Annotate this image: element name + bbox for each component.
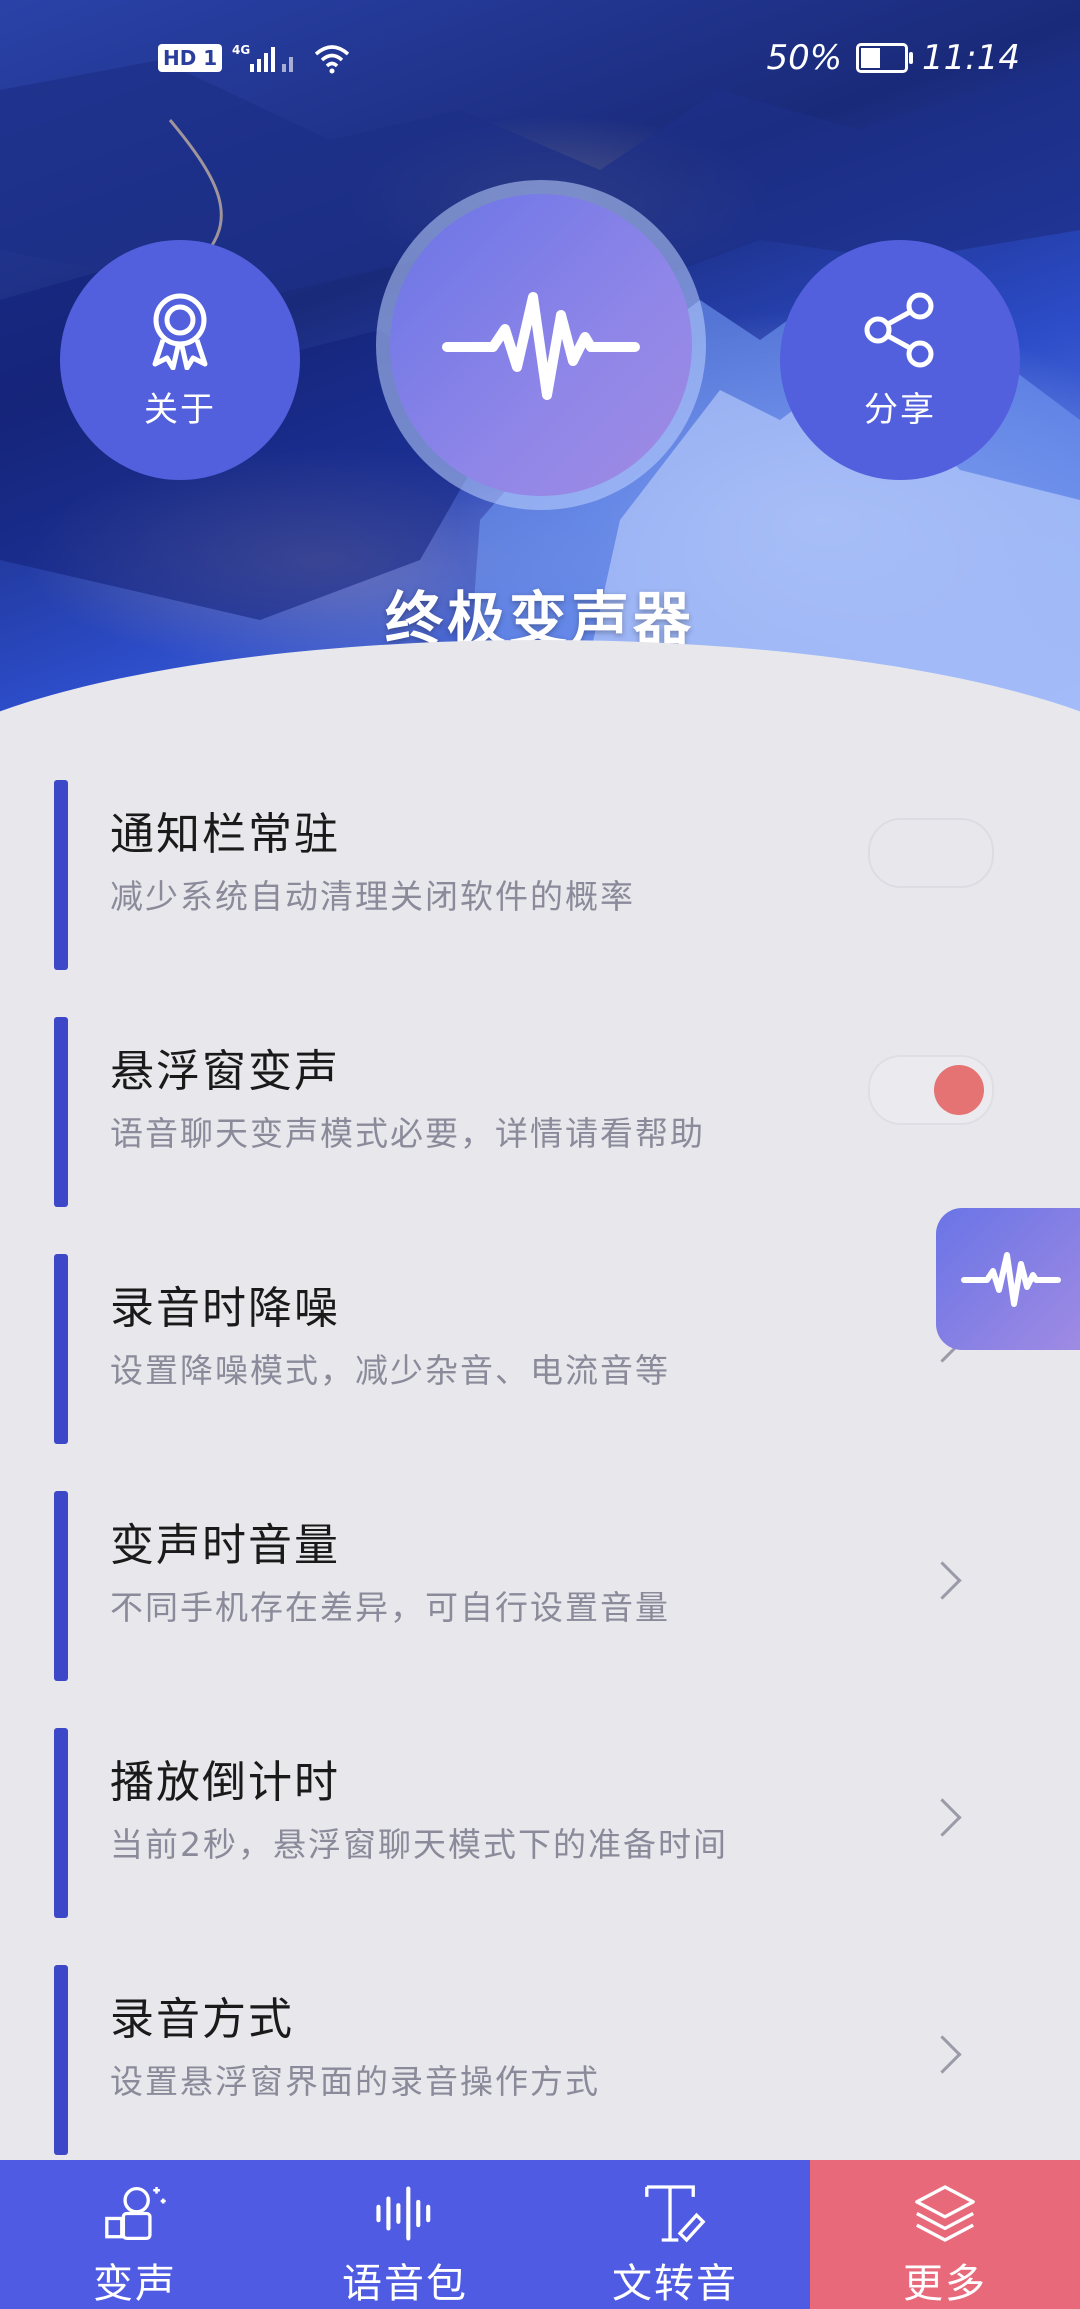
setting-desc: 语音聊天变声模式必要，详情请看帮助 <box>110 1114 705 1153</box>
astronaut-icon <box>105 2186 166 2241</box>
about-button[interactable]: 关于 <box>60 240 300 480</box>
row-accent-bar <box>54 1017 68 1207</box>
nav-label: 更多 <box>903 2261 987 2307</box>
nav-voice-pack[interactable]: 语音包 <box>270 2160 540 2309</box>
header-banner: HD 1 4G 50% 11:14 关于 分享 终极变声器 <box>0 0 1080 790</box>
setting-floating-window[interactable]: 悬浮窗变声 语音聊天变声模式必要，详情请看帮助 <box>0 1017 1080 1207</box>
setting-desc: 设置悬浮窗界面的录音操作方式 <box>110 2062 600 2101</box>
setting-desc: 当前2秒，悬浮窗聊天模式下的准备时间 <box>110 1825 728 1864</box>
setting-desc: 设置降噪模式，减少杂音、电流音等 <box>110 1351 670 1390</box>
row-accent-bar <box>54 1965 68 2155</box>
bottom-nav: 变声 语音包 文转音 更多 <box>0 2160 1080 2309</box>
row-accent-bar <box>54 1491 68 1681</box>
setting-desc: 不同手机存在差异，可自行设置音量 <box>110 1588 670 1627</box>
about-label: 关于 <box>144 389 216 430</box>
logo-inner <box>390 194 692 496</box>
wifi-icon <box>315 45 350 74</box>
waveform-icon <box>442 292 640 400</box>
setting-volume[interactable]: 变声时音量 不同手机存在差异，可自行设置音量 <box>0 1491 1080 1681</box>
setting-title: 变声时音量 <box>110 1520 340 1571</box>
share-label: 分享 <box>864 389 936 430</box>
toggle-knob <box>934 1065 984 1115</box>
text-to-speech-icon <box>645 2185 706 2243</box>
setting-recording-method[interactable]: 录音方式 设置悬浮窗界面的录音操作方式 <box>0 1965 1080 2155</box>
setting-notification-persistent[interactable]: 通知栏常驻 减少系统自动清理关闭软件的概率 <box>0 780 1080 970</box>
status-right: 50% 11:14 <box>766 38 1020 78</box>
chevron-right-icon <box>923 1798 962 1837</box>
share-icon <box>864 292 934 367</box>
network-status: HD 1 4G <box>158 42 352 74</box>
floating-window-toggle[interactable] <box>868 1055 994 1125</box>
clock: 11:14 <box>922 38 1020 78</box>
notification-toggle[interactable] <box>868 818 994 888</box>
nav-label: 文转音 <box>612 2261 738 2307</box>
setting-title: 通知栏常驻 <box>110 809 340 860</box>
setting-noise-reduction[interactable]: 录音时降噪 设置降噪模式，减少杂音、电流音等 <box>0 1254 1080 1444</box>
setting-title: 悬浮窗变声 <box>110 1046 340 1097</box>
setting-desc: 减少系统自动清理关闭软件的概率 <box>110 877 635 916</box>
row-accent-bar <box>54 780 68 970</box>
setting-playback-countdown[interactable]: 播放倒计时 当前2秒，悬浮窗聊天模式下的准备时间 <box>0 1728 1080 1918</box>
soundwave-icon <box>376 2186 431 2241</box>
setting-title: 录音时降噪 <box>110 1283 340 1334</box>
app-logo <box>376 180 706 510</box>
hd-badge: HD 1 <box>158 44 223 72</box>
nav-label: 变声 <box>93 2261 177 2307</box>
setting-title: 录音方式 <box>110 1994 294 2045</box>
share-button[interactable]: 分享 <box>780 240 1020 480</box>
setting-title: 播放倒计时 <box>110 1757 340 1808</box>
status-bar: HD 1 4G 50% 11:14 <box>0 30 1080 96</box>
row-accent-bar <box>54 1254 68 1444</box>
nav-more[interactable]: 更多 <box>810 2160 1080 2309</box>
nav-label: 语音包 <box>342 2261 468 2307</box>
layers-icon <box>915 2185 975 2242</box>
signal-icon: 4G <box>232 43 294 72</box>
chevron-right-icon <box>923 2035 962 2074</box>
nav-text-to-speech[interactable]: 文转音 <box>540 2160 810 2309</box>
chevron-right-icon <box>923 1561 962 1600</box>
battery-percent: 50% <box>766 38 843 78</box>
svg-text:4G: 4G <box>232 43 250 57</box>
battery-icon <box>856 43 914 73</box>
nav-voice-change[interactable]: 变声 <box>0 2160 270 2309</box>
waveform-icon <box>961 1252 1061 1307</box>
floating-voice-button[interactable] <box>936 1208 1080 1350</box>
row-accent-bar <box>54 1728 68 1918</box>
award-icon <box>152 293 208 370</box>
